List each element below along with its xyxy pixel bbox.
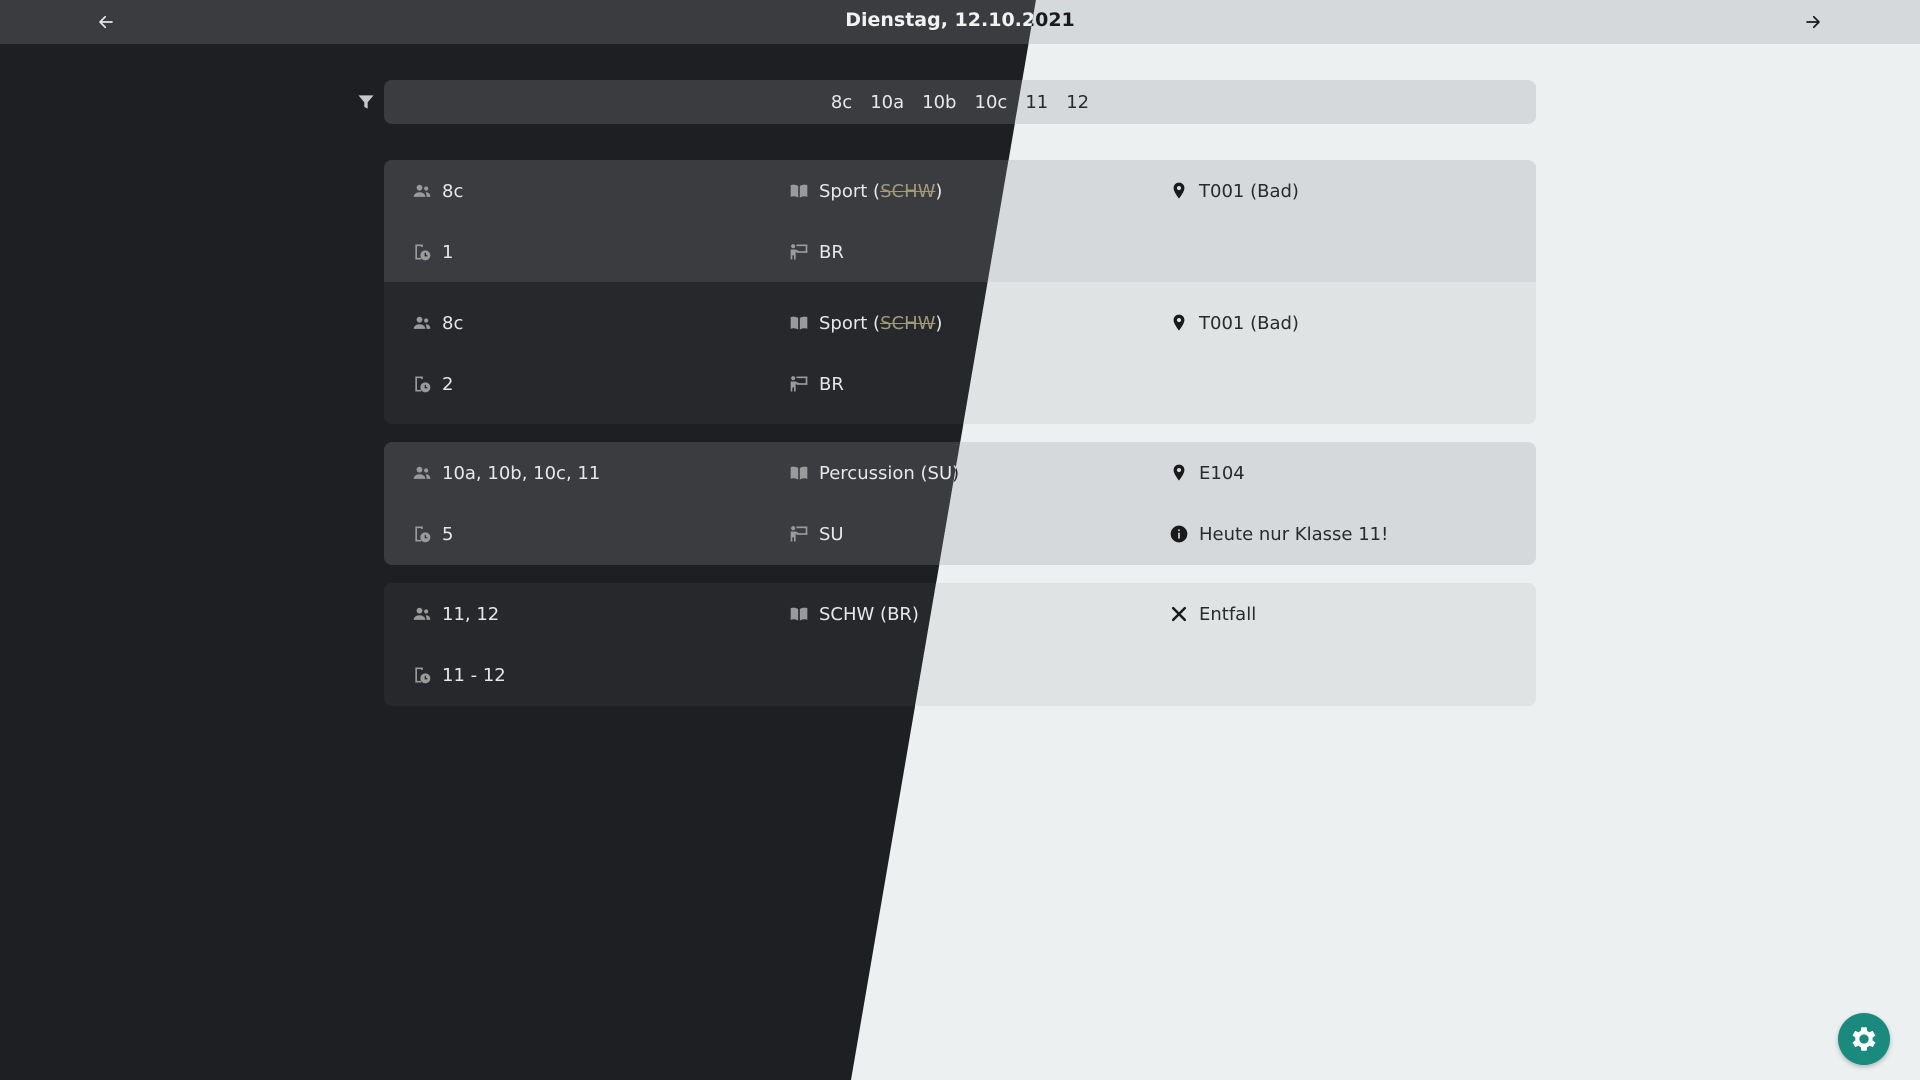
lesson-time-icon (415, 376, 431, 393)
period-text: 2 (442, 373, 454, 395)
people-icon (413, 466, 431, 479)
period-cell: 11 - 12 (412, 662, 506, 688)
filter-chip-11[interactable]: 11 (1025, 92, 1048, 113)
teacher-cell: BR (789, 239, 844, 265)
subject-cell: Sport (SCHW) (789, 178, 942, 204)
room-cell: E104 (1169, 460, 1245, 486)
room-text: T001 (Bad) (1199, 180, 1299, 202)
room-text: T001 (Bad) (1199, 312, 1299, 334)
status-text: Entfall (1199, 603, 1257, 625)
classes-text: 8c (442, 180, 464, 202)
teacher-icon (790, 244, 808, 260)
teacher-text: BR (819, 373, 844, 395)
teacher-cell: BR (789, 371, 844, 397)
classes-cell: 10a, 10b, 10c, 11 (412, 460, 600, 486)
gear-icon (1852, 1027, 1876, 1051)
period-text: 1 (442, 241, 454, 263)
info-text: Heute nur Klasse 11! (1199, 523, 1389, 545)
teacher-cell: SU (789, 521, 844, 547)
filter-icon[interactable] (356, 92, 376, 112)
period-text: 5 (442, 523, 454, 545)
book-icon (790, 184, 808, 198)
room-text: E104 (1199, 462, 1245, 484)
book-icon (790, 466, 808, 480)
lesson-time-icon (415, 244, 431, 261)
status-cell: Entfall (1169, 601, 1256, 627)
period-cell: 5 (412, 521, 453, 547)
subject-text: Percussion (SU) (819, 462, 960, 484)
classes-text: 11, 12 (442, 603, 500, 625)
period-cell: 1 (412, 239, 453, 265)
settings-button[interactable] (1838, 1013, 1890, 1065)
subject-text: Sport (SCHW) (819, 312, 943, 334)
close-icon (1171, 606, 1187, 622)
book-icon (790, 607, 808, 621)
classes-cell: 8c (412, 310, 463, 336)
next-day-button[interactable] (1797, 6, 1829, 38)
room-cell: T001 (Bad) (1169, 178, 1299, 204)
location-pin-icon (1173, 464, 1185, 481)
info-icon (1170, 525, 1188, 543)
filter-chip-10b[interactable]: 10b (922, 92, 956, 113)
subject-cell: Percussion (SU) (789, 460, 959, 486)
arrow-right-icon (1806, 15, 1820, 29)
subject-text: Sport (SCHW) (819, 180, 943, 202)
cancelled-teacher: SCHW (880, 312, 936, 334)
period-cell: 2 (412, 371, 453, 397)
info-cell: Heute nur Klasse 11! (1169, 521, 1388, 547)
filter-chip-8c[interactable]: 8c (831, 92, 852, 113)
lesson-time-icon (415, 667, 431, 684)
teacher-icon (790, 526, 808, 542)
classes-cell: 11, 12 (412, 601, 499, 627)
filter-chip-10c[interactable]: 10c (975, 92, 1008, 113)
location-pin-icon (1173, 314, 1185, 331)
location-pin-icon (1173, 182, 1185, 199)
lesson-time-icon (415, 526, 431, 543)
people-icon (413, 607, 431, 620)
book-icon (790, 316, 808, 330)
classes-cell: 8c (412, 178, 463, 204)
classes-text: 8c (442, 312, 464, 334)
room-cell: T001 (Bad) (1169, 310, 1299, 336)
filter-chip-10a[interactable]: 10a (870, 92, 904, 113)
teacher-text: BR (819, 241, 844, 263)
subject-cell: Sport (SCHW) (789, 310, 942, 336)
cancelled-teacher: SCHW (880, 180, 936, 202)
people-icon (413, 184, 431, 197)
filter-chip-12[interactable]: 12 (1066, 92, 1089, 113)
period-text: 11 - 12 (442, 664, 506, 686)
subject-cell: SCHW (BR) (789, 601, 919, 627)
classes-text: 10a, 10b, 10c, 11 (442, 462, 601, 484)
subject-text: SCHW (BR) (819, 603, 919, 625)
teacher-text: SU (819, 523, 844, 545)
people-icon (413, 316, 431, 329)
teacher-icon (790, 376, 808, 392)
